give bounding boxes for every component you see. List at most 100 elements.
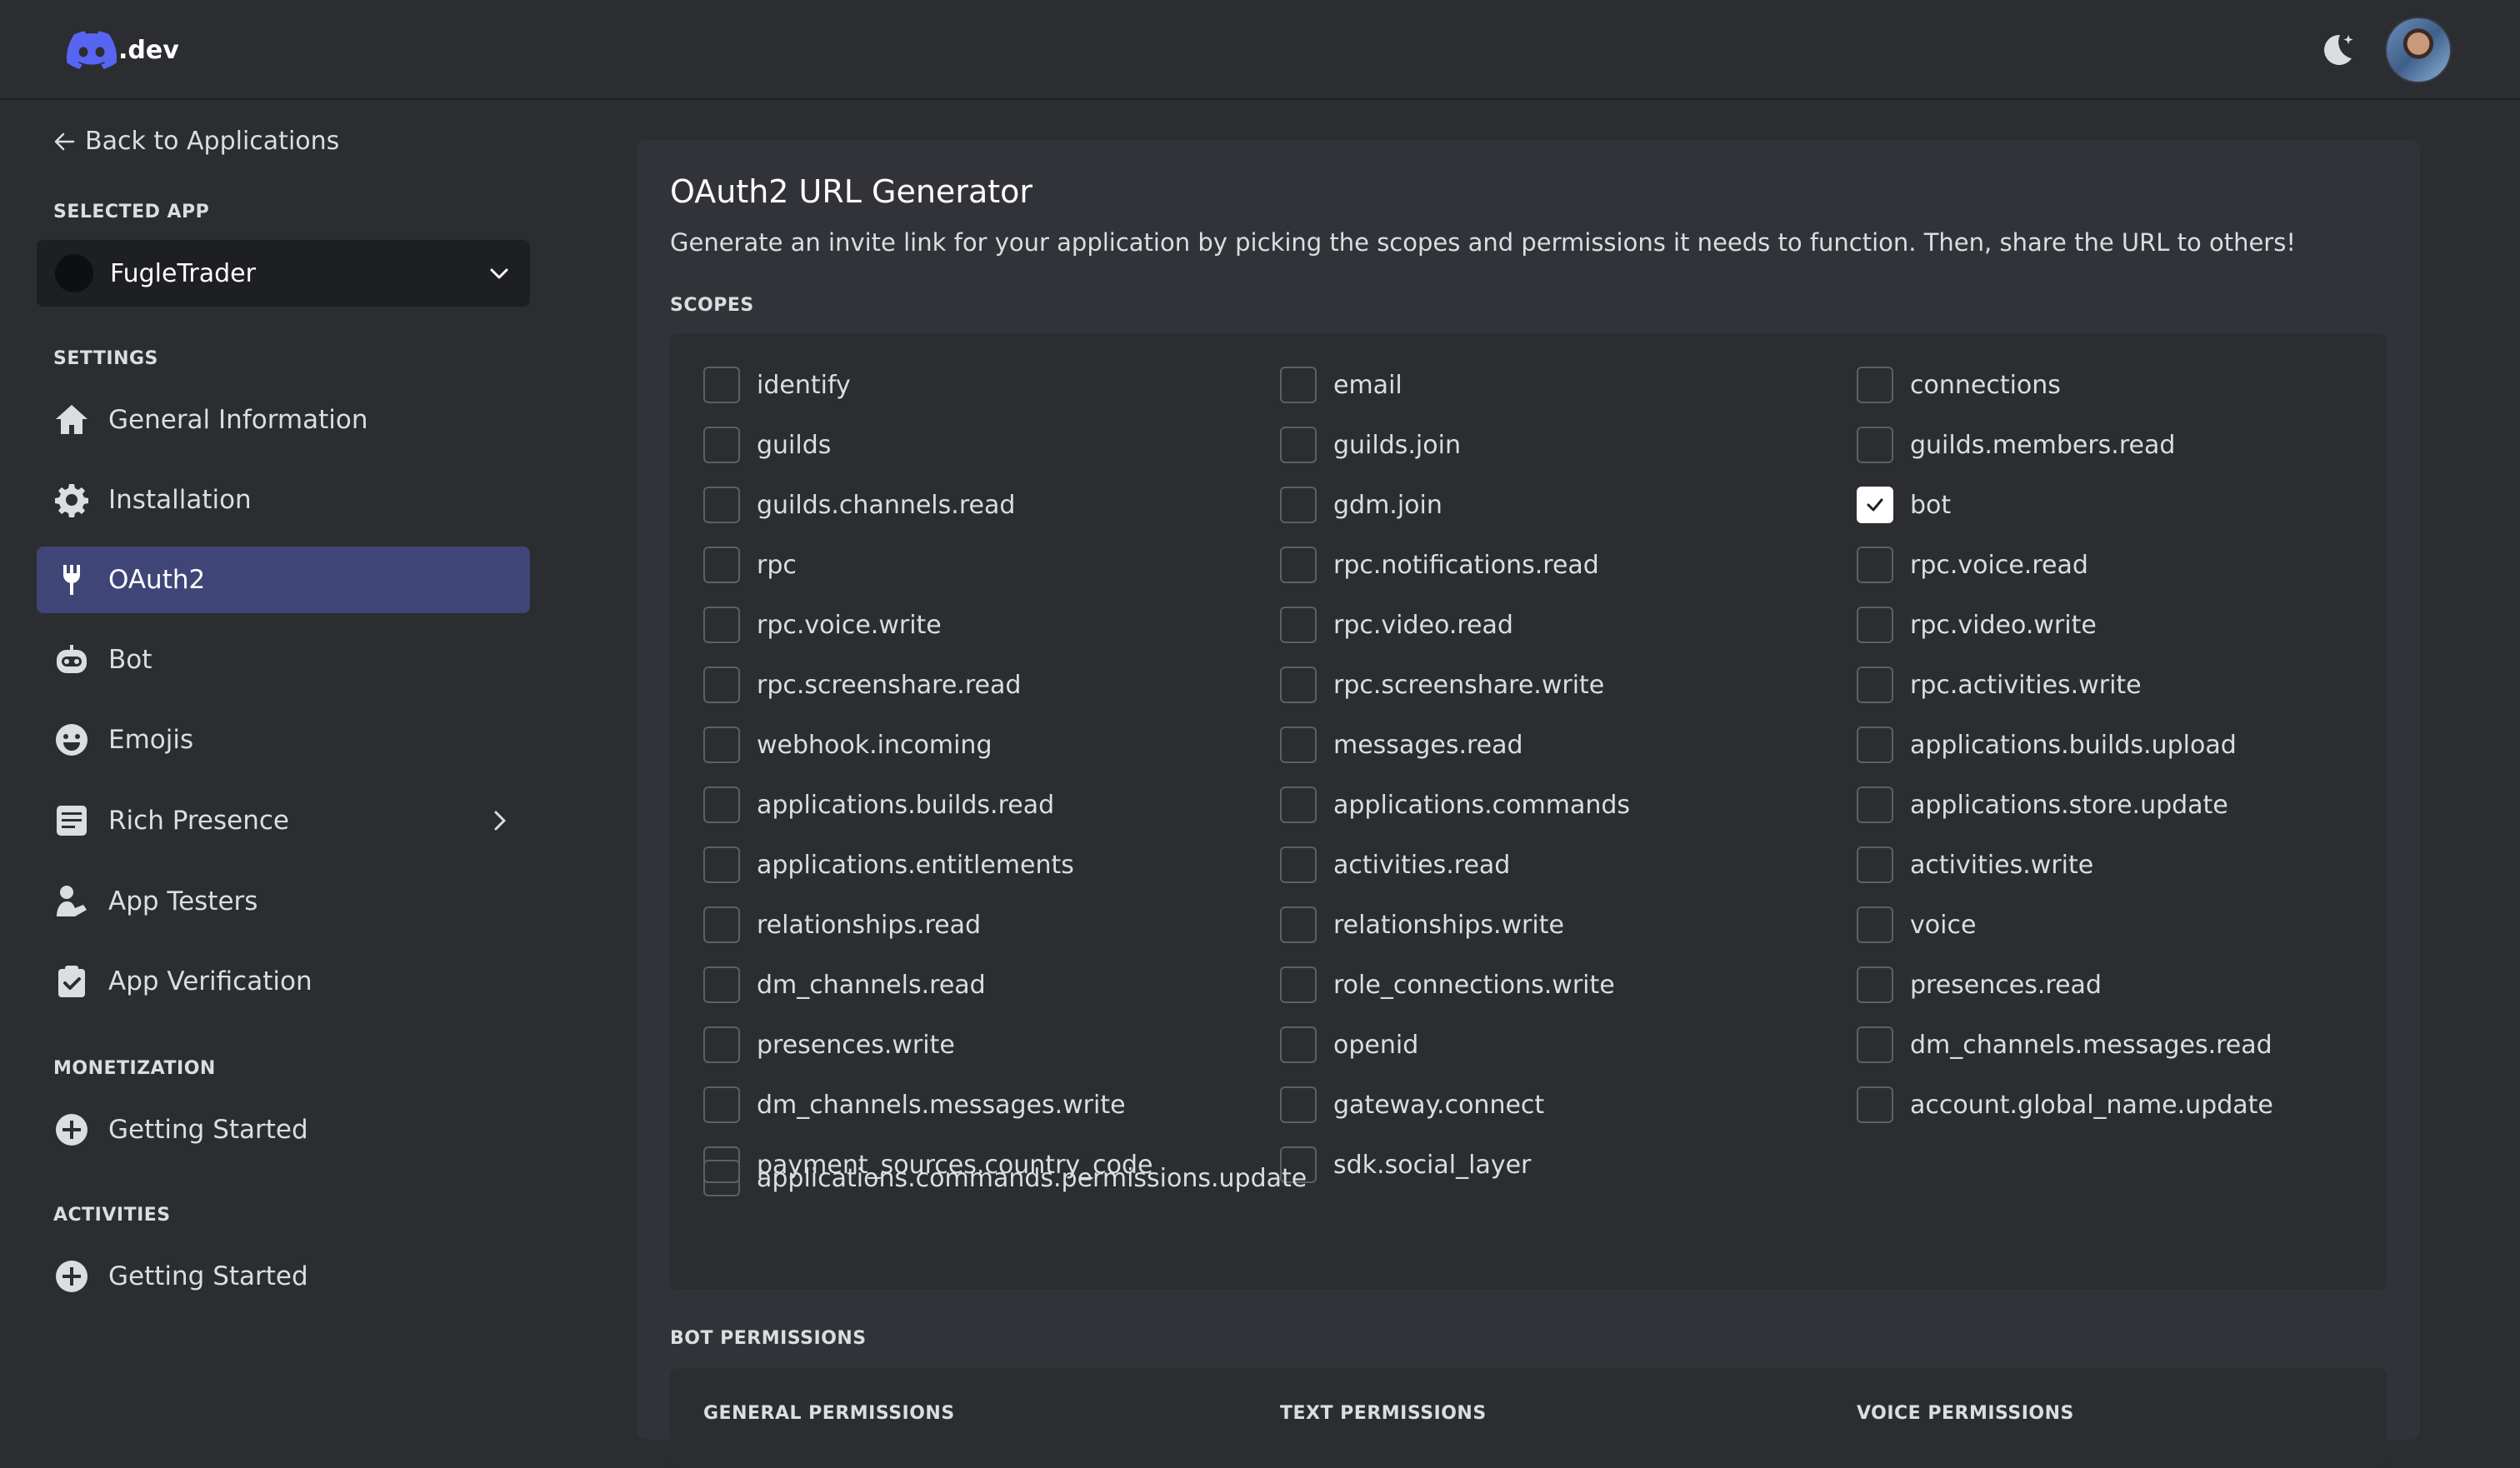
sidebar-item-app-verification[interactable]: App Verification — [37, 948, 530, 1015]
checkbox[interactable] — [703, 667, 740, 703]
sidebar-item-installation[interactable]: Installation — [37, 467, 530, 533]
selected-app-dropdown[interactable]: FugleTrader — [37, 240, 530, 307]
scope-checkbox-item[interactable]: presences.write — [703, 1026, 955, 1063]
scope-checkbox-item[interactable]: role_connections.write — [1280, 966, 1615, 1003]
scope-checkbox-item[interactable]: rpc.activities.write — [1857, 667, 2142, 703]
sidebar-item-activities-getting-started[interactable]: Getting Started — [37, 1243, 530, 1310]
checkbox[interactable] — [703, 427, 740, 463]
checkbox[interactable] — [1857, 727, 1893, 763]
checkbox[interactable] — [1857, 1026, 1893, 1063]
checkbox[interactable] — [1280, 966, 1317, 1003]
scope-checkbox-item[interactable]: messages.read — [1280, 727, 1523, 763]
scope-checkbox-item[interactable]: activities.write — [1857, 846, 2093, 883]
checkbox[interactable] — [1857, 607, 1893, 643]
checkbox[interactable] — [1280, 846, 1317, 883]
sidebar-item-general-information[interactable]: General Information — [37, 387, 530, 453]
scope-checkbox-item[interactable]: sdk.social_layer — [1280, 1146, 1531, 1183]
checkbox[interactable] — [703, 786, 740, 823]
scope-checkbox-item[interactable]: guilds.join — [1280, 427, 1461, 463]
scope-checkbox-item[interactable]: relationships.read — [703, 906, 981, 943]
sidebar-item-emojis[interactable]: Emojis — [37, 707, 530, 773]
logo-text: .dev — [118, 35, 179, 65]
checkbox[interactable] — [1280, 607, 1317, 643]
checkbox[interactable] — [1280, 727, 1317, 763]
scope-checkbox-item[interactable]: rpc.voice.write — [703, 607, 942, 643]
scope-checkbox-item[interactable]: bot — [1857, 487, 1951, 523]
robot-icon — [52, 640, 92, 680]
scope-checkbox-item[interactable]: guilds.members.read — [1857, 427, 2175, 463]
scope-checkbox-item[interactable]: applications.builds.read — [703, 786, 1054, 823]
scope-checkbox-item[interactable]: rpc.screenshare.write — [1280, 667, 1604, 703]
checkbox[interactable] — [1280, 667, 1317, 703]
checkbox[interactable] — [703, 547, 740, 583]
scope-checkbox-item[interactable]: gateway.connect — [1280, 1086, 1544, 1123]
theme-toggle-button[interactable] — [2315, 28, 2358, 72]
scope-checkbox-item[interactable]: dm_channels.messages.read — [1857, 1026, 2272, 1063]
scope-checkbox-item[interactable]: applications.store.update — [1857, 786, 2228, 823]
scope-checkbox-item[interactable]: activities.read — [1280, 846, 1510, 883]
checkbox[interactable] — [1280, 487, 1317, 523]
scope-checkbox-item[interactable]: relationships.write — [1280, 906, 1564, 943]
scope-checkbox-item[interactable]: rpc.screenshare.read — [703, 667, 1021, 703]
scope-checkbox-item[interactable]: webhook.incoming — [703, 727, 992, 763]
checkbox[interactable] — [1857, 966, 1893, 1003]
user-avatar[interactable] — [2385, 17, 2452, 83]
sidebar-item-rich-presence[interactable]: Rich Presence — [37, 787, 530, 854]
checkbox[interactable] — [1857, 547, 1893, 583]
scope-checkbox-item[interactable]: voice — [1857, 906, 1976, 943]
checkbox[interactable] — [703, 1160, 740, 1196]
clipboard-check-icon — [52, 961, 92, 1001]
scope-checkbox-item[interactable]: email — [1280, 367, 1402, 403]
scope-checkbox-item[interactable]: dm_channels.messages.write — [703, 1086, 1126, 1123]
checkbox[interactable] — [703, 487, 740, 523]
discord-dev-logo[interactable]: .dev — [67, 30, 179, 70]
checkbox[interactable] — [1857, 667, 1893, 703]
scope-checkbox-item[interactable]: presences.read — [1857, 966, 2102, 1003]
sidebar-item-app-testers[interactable]: App Testers — [37, 868, 530, 935]
scope-checkbox-item[interactable]: applications.builds.upload — [1857, 727, 2237, 763]
checkbox[interactable] — [1857, 1086, 1893, 1123]
checkbox[interactable] — [1857, 367, 1893, 403]
checkbox[interactable] — [1280, 786, 1317, 823]
checkbox[interactable] — [1280, 427, 1317, 463]
scope-checkbox-item[interactable]: applications.commands.permissions.update — [703, 1160, 1307, 1196]
scope-checkbox-item[interactable]: applications.entitlements — [703, 846, 1074, 883]
checkbox[interactable] — [1280, 367, 1317, 403]
checkbox[interactable] — [1280, 547, 1317, 583]
checkbox[interactable] — [1857, 786, 1893, 823]
checkbox[interactable] — [703, 367, 740, 403]
sidebar-item-oauth2[interactable]: OAuth2 — [37, 547, 530, 613]
checkbox[interactable] — [703, 1026, 740, 1063]
checkbox[interactable] — [1857, 427, 1893, 463]
checkbox-checked[interactable] — [1857, 487, 1893, 523]
checkbox[interactable] — [703, 727, 740, 763]
scope-checkbox-item[interactable]: gdm.join — [1280, 487, 1442, 523]
scope-checkbox-item[interactable]: rpc.video.read — [1280, 607, 1513, 643]
checkbox[interactable] — [1857, 906, 1893, 943]
checkbox[interactable] — [1280, 1026, 1317, 1063]
scope-checkbox-item[interactable]: connections — [1857, 367, 2061, 403]
checkbox[interactable] — [703, 846, 740, 883]
checkbox[interactable] — [703, 966, 740, 1003]
scope-checkbox-item[interactable]: guilds — [703, 427, 831, 463]
checkbox[interactable] — [703, 1086, 740, 1123]
scope-checkbox-item[interactable]: guilds.channels.read — [703, 487, 1015, 523]
back-to-applications-link[interactable]: Back to Applications — [52, 127, 339, 156]
checkbox[interactable] — [1280, 1086, 1317, 1123]
sidebar-item-bot[interactable]: Bot — [37, 627, 530, 693]
sidebar-item-monetization-getting-started[interactable]: Getting Started — [37, 1096, 530, 1163]
scope-checkbox-item[interactable]: rpc.video.write — [1857, 607, 2097, 643]
checkbox[interactable] — [703, 906, 740, 943]
scope-checkbox-item[interactable]: rpc.notifications.read — [1280, 547, 1599, 583]
checkbox[interactable] — [1280, 906, 1317, 943]
scope-checkbox-item[interactable]: account.global_name.update — [1857, 1086, 2273, 1123]
scope-checkbox-item[interactable]: rpc — [703, 547, 797, 583]
scope-checkbox-item[interactable]: dm_channels.read — [703, 966, 986, 1003]
checkbox[interactable] — [703, 607, 740, 643]
scope-checkbox-item[interactable]: rpc.voice.read — [1857, 547, 2088, 583]
scope-checkbox-item[interactable]: openid — [1280, 1026, 1418, 1063]
scope-checkbox-item[interactable]: identify — [703, 367, 851, 403]
gear-icon — [52, 480, 92, 520]
scope-checkbox-item[interactable]: applications.commands — [1280, 786, 1630, 823]
checkbox[interactable] — [1857, 846, 1893, 883]
